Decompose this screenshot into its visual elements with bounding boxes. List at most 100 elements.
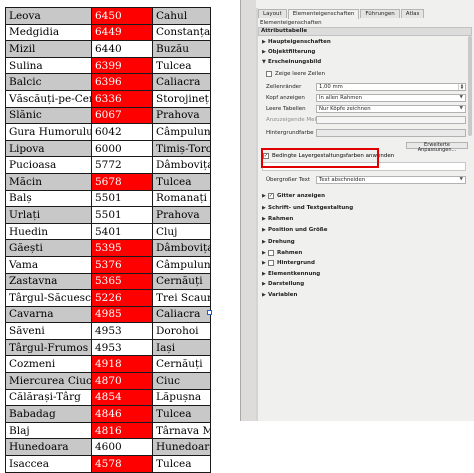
section-rotation[interactable]: ▶ Drehung (262, 238, 295, 246)
section-border[interactable]: ▶ Rahmen (262, 249, 302, 257)
table-row: Găești 5395 Dâmbovița (5, 239, 211, 257)
table-row: Leova 6450 Cahul (5, 7, 211, 25)
checkbox-box[interactable] (268, 250, 274, 256)
county-cell: Romanați (152, 189, 211, 208)
population-cell: 5365 (91, 272, 153, 291)
tab-layout[interactable]: Layout (258, 9, 287, 18)
header-show-dropdown[interactable]: In allen Rahmen ▼ (316, 94, 466, 102)
spin-arrows-icon[interactable]: ▲ ▼ (458, 83, 465, 90)
table-row: Săveni 4953 Dorohoi (5, 322, 211, 340)
section-background[interactable]: ▶ Hintergrund (262, 259, 315, 267)
attribute-table[interactable]: Leova 6450 Cahul Medgidia 6449 Constanța Mizil… (5, 7, 211, 473)
highlight-box (261, 148, 379, 168)
section-appearance[interactable]: ▼ Erscheinungsbild (262, 58, 321, 66)
bg-color-button[interactable] (316, 129, 466, 137)
header-show-label: Kopf anzeigen (266, 95, 305, 101)
section-label: Darstellung (268, 281, 305, 287)
table-row: Cavarna 4985 Caliacra (5, 305, 211, 324)
population-cell: 6067 (91, 106, 153, 125)
table-row: Pucioasa 5772 Dâmbovița (5, 156, 211, 174)
checkbox-box[interactable] (268, 260, 274, 266)
checkbox-checked-icon[interactable]: ✓ (268, 193, 274, 199)
tab-guides[interactable]: Führungen (360, 9, 400, 18)
show-empty-rows-checkbox[interactable]: Zeige leere Zeilen (266, 70, 325, 78)
table-row: Babadag 4846 Tulcea (5, 405, 211, 423)
population-cell: 5376 (91, 255, 153, 274)
tab-atlas[interactable]: Atlas (400, 9, 425, 18)
population-cell: 6042 (91, 123, 153, 141)
city-cell: Măcin (5, 172, 92, 191)
section-show-grid[interactable]: ▶ ✓ Gitter anzeigen (262, 192, 325, 200)
population-cell: 5772 (91, 156, 153, 174)
city-cell: Gura Humorului (5, 123, 92, 141)
section-variables[interactable]: ▶ Variablen (262, 291, 297, 299)
oversize-text-value: Text abschneiden (319, 177, 366, 183)
population-cell: 6450 (91, 7, 153, 25)
county-cell: Buzău (152, 40, 211, 58)
oversize-text-dropdown[interactable]: Text abschneiden ▼ (316, 176, 466, 184)
city-cell: Pucioasa (5, 156, 92, 174)
county-cell: Lăpușna (152, 388, 211, 407)
table-row: Mizil 6440 Buzău (5, 40, 211, 58)
panel-tabs: Layout Elementeigenschaften Führungen At… (258, 9, 425, 19)
chevron-down-icon: ▼ (459, 177, 463, 182)
section-label: Position und Größe (268, 227, 328, 233)
section-main-properties[interactable]: ▶ Haupteigenschaften (262, 38, 331, 46)
table-row: Urlați 5501 Prahova (5, 206, 211, 224)
section-frame[interactable]: ▶ Rahmen (262, 215, 293, 223)
cell-margin-spinbox[interactable]: 1,00 mm ▲ ▼ (316, 83, 466, 91)
section-rendering[interactable]: ▶ Darstellung (262, 280, 304, 288)
panel-splitter[interactable] (240, 0, 256, 421)
county-cell: Cluj (152, 222, 211, 241)
advanced-customization-button[interactable]: Erweiterte Anpassungen... (406, 142, 468, 153)
city-cell: Slănic (5, 106, 92, 125)
section-feature-filtering[interactable]: ▶ Objektfilterung (262, 48, 315, 56)
section-fonts[interactable]: ▶ Schrift- und Textgestaltung (262, 204, 353, 212)
table-row: Hunedoara 4600 Hunedoara (5, 438, 211, 457)
table-row: Balș 5501 Romanați (5, 189, 211, 208)
population-cell: 4578 (91, 455, 153, 473)
item-properties-panel: Layout Elementeigenschaften Führungen At… (256, 0, 474, 421)
table-row: Blaj4816Târnava Mică (5, 421, 211, 440)
population-cell: 6399 (91, 56, 153, 75)
city-cell: Zastavna (5, 272, 92, 291)
population-cell: 4600 (91, 438, 153, 457)
city-cell: Călărași-Târg (5, 388, 92, 407)
city-cell: Balcic (5, 73, 92, 91)
county-cell: Tulcea (152, 455, 211, 473)
county-cell: Hunedoara (152, 438, 211, 457)
panel-scrollbar[interactable] (468, 36, 472, 136)
table-row: Miercurea Ciuc 4870 Ciuc (5, 372, 211, 390)
county-cell: Dâmbovița (152, 156, 211, 174)
city-cell: Leova (5, 7, 92, 25)
selection-handle[interactable] (207, 310, 212, 315)
table-row: Isaccea 4578 Tulcea (5, 455, 211, 473)
table-row: Târgul-Săcuesc5226Trei Scaune (5, 289, 211, 307)
table-row: Sulina 6399 Tulcea (5, 56, 211, 75)
oversize-text-label: Übergroßer Text (266, 177, 311, 183)
empty-tables-dropdown[interactable]: Nur Köpfe zeichnen ▼ (316, 105, 466, 113)
section-label: Hintergrund (277, 260, 315, 266)
county-cell: Prahova (152, 206, 211, 224)
population-cell: 5395 (91, 239, 153, 257)
county-cell: Cernăuți (152, 272, 211, 291)
population-cell: 6440 (91, 40, 153, 58)
population-cell: 5501 (91, 189, 153, 208)
population-cell: 4953 (91, 322, 153, 340)
section-label: Gitter anzeigen (277, 193, 326, 199)
section-label: Variablen (268, 292, 298, 298)
section-position-size[interactable]: ▶ Position und Größe (262, 226, 327, 234)
tab-item-properties[interactable]: Elementeigenschaften (287, 9, 360, 19)
city-cell: Găești (5, 239, 92, 257)
section-label: Rahmen (268, 216, 294, 222)
county-cell: Cahul (152, 7, 211, 25)
population-cell: 4918 (91, 355, 153, 374)
city-cell: Urlați (5, 206, 92, 224)
table-row: Gura Humorului6042Câmpulung (5, 123, 211, 141)
population-cell: 5501 (91, 206, 153, 224)
section-item-id[interactable]: ▶ Elementkennung (262, 270, 320, 278)
county-cell: Trei Scaune (152, 289, 211, 307)
message-field[interactable] (316, 116, 466, 124)
section-label: Rahmen (277, 250, 303, 256)
table-row: Vama5376Câmpulung (5, 255, 211, 274)
